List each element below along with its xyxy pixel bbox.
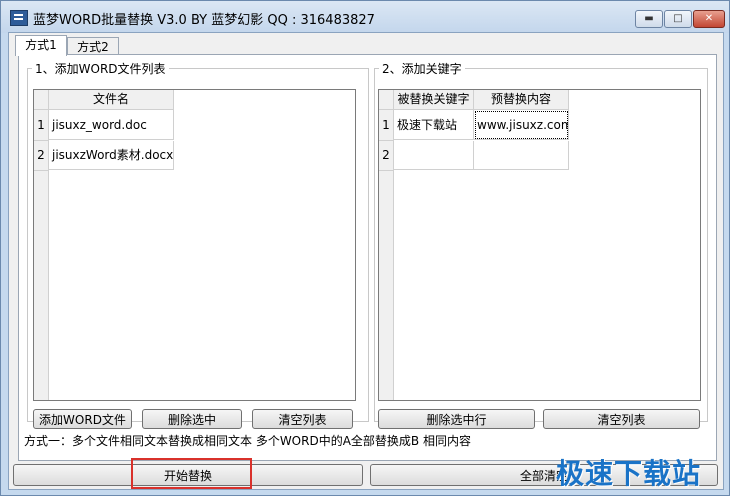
replace-cell[interactable]: www.jisuxz.com [474, 110, 569, 140]
find-cell[interactable] [394, 141, 474, 170]
column-header-replace[interactable]: 预替换内容 [474, 90, 569, 110]
file-list-grid[interactable]: 文件名 1 jisuxz_word.doc 2 jisuxzWord素材.doc… [33, 89, 356, 401]
clear-keyword-list-button[interactable]: 清空列表 [543, 409, 700, 429]
file-cell[interactable]: jisuxzWord素材.docx [49, 141, 174, 170]
file-list-group: 1、添加WORD文件列表 文件名 1 jisuxz_word.doc 2 jis… [27, 60, 369, 429]
highlight-box [131, 458, 252, 489]
file-cell[interactable]: jisuxz_word.doc [49, 110, 174, 140]
grid-corner [379, 90, 394, 110]
keyword-legend: 2、添加关键字 [382, 62, 462, 76]
window-title: 蓝梦WORD批量替换 V3.0 BY 蓝梦幻影 QQ : 316483827 [33, 13, 375, 28]
row-number[interactable]: 1 [379, 110, 394, 141]
row-number[interactable]: 1 [34, 110, 49, 141]
add-word-file-button[interactable]: 添加WORD文件 [33, 409, 132, 429]
file-list-legend: 1、添加WORD文件列表 [35, 62, 166, 76]
keyword-grid[interactable]: 被替换关键字 预替换内容 1 极速下载站 www.jisuxz.com 2 [378, 89, 701, 401]
tab-mode1[interactable]: 方式1 [15, 35, 67, 56]
client-area: 方式1 方式2 1、添加WORD文件列表 文件名 1 jisuxz_word.d… [8, 32, 724, 490]
row-header-strip [34, 171, 49, 400]
watermark-logo: 极速下载站 [556, 457, 702, 490]
keyword-group: 2、添加关键字 被替换关键字 预替换内容 1 极速下载站 www.jisuxz.… [374, 60, 708, 429]
column-header-filename[interactable]: 文件名 [49, 90, 174, 110]
replace-cell[interactable] [474, 141, 569, 170]
delete-selected-button[interactable]: 删除选中 [142, 409, 242, 429]
title-bar[interactable]: 蓝梦WORD批量替换 V3.0 BY 蓝梦幻影 QQ : 316483827 ▬… [1, 1, 729, 33]
close-button[interactable]: ✕ [693, 10, 725, 28]
clear-file-list-button[interactable]: 清空列表 [252, 409, 353, 429]
minimize-button[interactable]: ▬ [635, 10, 663, 28]
delete-selected-row-button[interactable]: 删除选中行 [378, 409, 535, 429]
row-number[interactable]: 2 [34, 141, 49, 171]
maximize-button[interactable]: □ [664, 10, 692, 28]
row-header-strip [379, 171, 394, 400]
app-window: 蓝梦WORD批量替换 V3.0 BY 蓝梦幻影 QQ : 316483827 ▬… [0, 0, 730, 496]
row-number[interactable]: 2 [379, 141, 394, 171]
mode-description: 方式一：多个文件相同文本替换成相同文本 多个WORD中的A全部替换成B 相同内容 [24, 434, 471, 448]
grid-corner [34, 90, 49, 110]
tab-panel-mode1: 1、添加WORD文件列表 文件名 1 jisuxz_word.doc 2 jis… [18, 54, 717, 461]
column-header-find[interactable]: 被替换关键字 [394, 90, 474, 110]
word-app-icon [10, 10, 28, 26]
find-cell[interactable]: 极速下载站 [394, 110, 474, 140]
